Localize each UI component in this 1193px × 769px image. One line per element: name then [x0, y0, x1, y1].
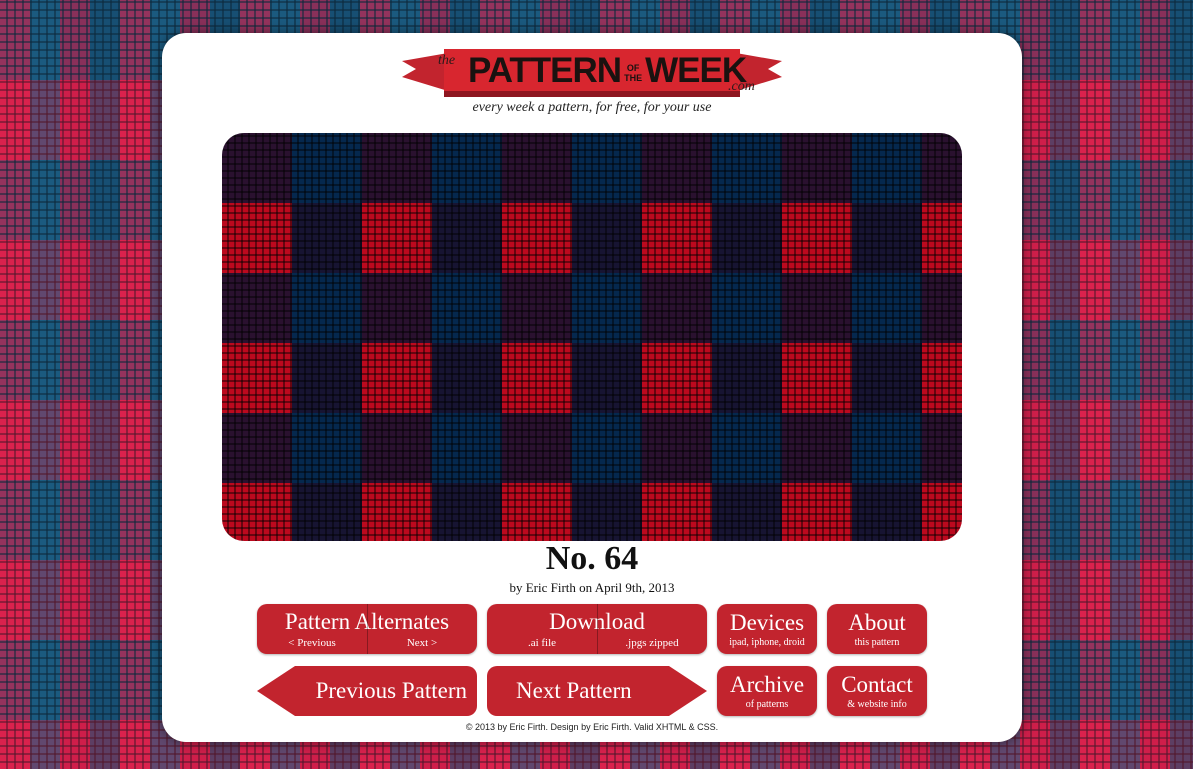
about-title: About — [848, 610, 906, 635]
logo-main-text: PATTERN OF THEWEEK — [468, 51, 747, 90]
download-button: Download .ai file .jpgs zipped — [487, 604, 707, 654]
footer-copyright: © 2013 by Eric Firth. Design by Eric Fir… — [465, 722, 719, 732]
logo-of-the-text: OF THE — [624, 62, 643, 83]
about-button[interactable]: About this pattern — [827, 604, 927, 654]
download-ai-link[interactable]: .ai file — [487, 637, 597, 649]
alternates-next-link[interactable]: Next > — [367, 637, 477, 649]
next-pattern-button[interactable]: Next Pattern — [487, 666, 707, 716]
logo-the-text: the — [438, 53, 456, 68]
previous-pattern-label: Previous Pattern — [315, 678, 467, 703]
tagline: every week a pattern, for free, for your… — [472, 100, 712, 115]
pattern-preview-image[interactable] — [222, 133, 962, 541]
previous-pattern-button[interactable]: Previous Pattern — [257, 666, 477, 716]
pattern-number: No. 64 — [545, 540, 639, 577]
contact-button[interactable]: Contact & website info — [827, 666, 927, 716]
archive-button[interactable]: Archive of patterns — [717, 666, 817, 716]
byline: by Eric Firth on April 9th, 2013 — [509, 580, 675, 595]
devices-button[interactable]: Devices ipad, iphone, droid — [717, 604, 817, 654]
devices-subtitle: ipad, iphone, droid — [729, 637, 805, 648]
contact-title: Contact — [841, 672, 913, 697]
archive-subtitle: of patterns — [745, 699, 789, 710]
archive-title: Archive — [729, 672, 805, 697]
pattern-alternates-button: Pattern Alternates < Previous Next > — [257, 604, 477, 654]
logo-dotcom-text: .com — [728, 79, 755, 94]
contact-subtitle: & website info — [847, 699, 907, 710]
devices-title: Devices — [729, 610, 805, 635]
alternates-previous-link[interactable]: < Previous — [257, 637, 367, 649]
next-pattern-label: Next Pattern — [516, 678, 632, 703]
site-logo[interactable]: the PATTERN OF THEWEEK .com — [402, 47, 782, 103]
download-jpgs-link[interactable]: .jpgs zipped — [597, 637, 707, 649]
about-subtitle: this pattern — [854, 637, 900, 648]
